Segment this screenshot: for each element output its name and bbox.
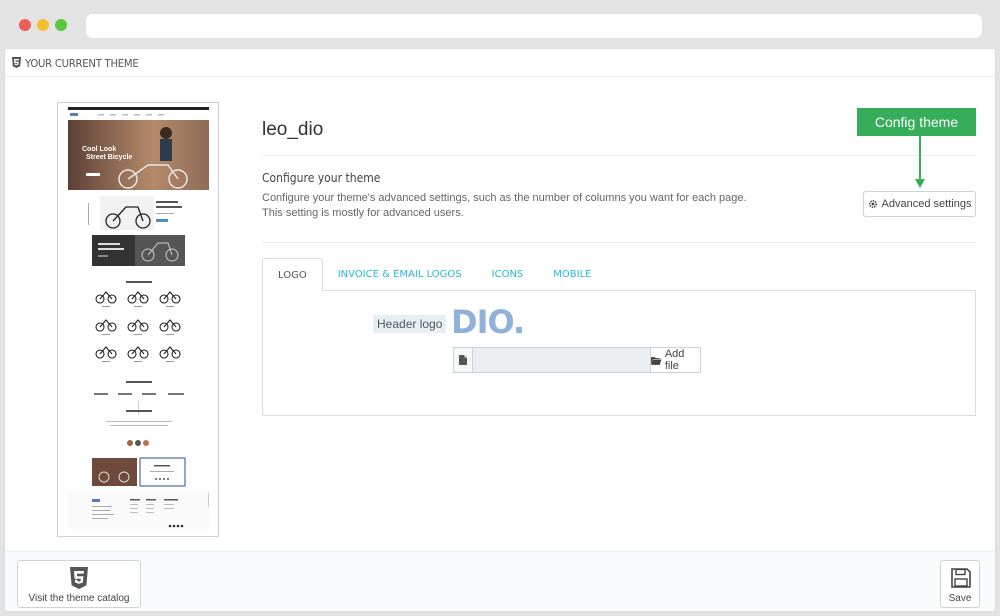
- address-bar[interactable]: [86, 14, 982, 38]
- folder-open-icon: [651, 356, 662, 365]
- header-logo-image: DIO.: [451, 303, 525, 341]
- tab-invoice-email-logos[interactable]: INVOICE & EMAIL LOGOS: [323, 258, 477, 291]
- advanced-settings-label: Advanced settings: [881, 198, 972, 210]
- panel-title: YOUR CURRENT THEME: [25, 57, 139, 70]
- save-icon: [951, 568, 971, 588]
- logo-tab-panel: Header logo DIO. Add file: [262, 290, 976, 416]
- save-label: Save: [948, 593, 972, 604]
- theme-panel: YOUR CURRENT THEME Cool Look Street Bicy…: [4, 48, 996, 612]
- theme-preview-image: Cool Look Street Bicycle: [57, 102, 219, 537]
- configure-desc-line1: Configure your theme's advanced settings…: [262, 192, 747, 204]
- logo-file-input[interactable]: [473, 348, 651, 372]
- configure-desc-line2: This setting is mostly for advanced user…: [262, 207, 464, 219]
- logo-file-upload: Add file: [453, 347, 701, 373]
- tab-mobile[interactable]: MOBILE: [538, 258, 606, 291]
- header-logo-label: Header logo: [373, 315, 447, 333]
- divider: [262, 155, 976, 156]
- browser-chrome: [0, 0, 1000, 48]
- callout-arrow-head: [915, 179, 925, 188]
- configure-title: Configure your theme: [262, 171, 381, 185]
- add-file-label: Add file: [664, 348, 685, 372]
- advanced-settings-button[interactable]: Advanced settings: [863, 191, 976, 217]
- panel-footer: Visit the theme catalog Save: [5, 551, 995, 611]
- preview-hero-line2: Street Bicycle: [86, 154, 132, 161]
- callout-arrow-line: [919, 136, 921, 181]
- save-button[interactable]: Save: [940, 560, 980, 608]
- html5-icon: [70, 567, 88, 589]
- add-file-button[interactable]: Add file: [650, 348, 700, 372]
- tab-icons[interactable]: ICONS: [477, 258, 539, 291]
- html5-icon: [12, 57, 21, 68]
- window-minimize-dot[interactable]: [37, 19, 49, 31]
- preview-hero-line1: Cool Look: [82, 146, 116, 153]
- window-maximize-dot[interactable]: [55, 19, 67, 31]
- file-icon-box: [454, 348, 474, 372]
- visit-theme-catalog-label: Visit the theme catalog: [28, 593, 130, 604]
- file-icon: [459, 355, 468, 365]
- divider: [262, 242, 976, 243]
- configure-description: Configure your theme's advanced settings…: [262, 191, 747, 221]
- tab-logo[interactable]: LOGO: [262, 258, 323, 291]
- panel-header: YOUR CURRENT THEME: [5, 49, 995, 77]
- theme-name: leo_dio: [262, 119, 324, 140]
- config-theme-callout: Config theme: [857, 108, 976, 136]
- theme-tabs: LOGO INVOICE & EMAIL LOGOS ICONS MOBILE: [262, 258, 606, 291]
- visit-theme-catalog-button[interactable]: Visit the theme catalog: [17, 560, 141, 608]
- window-close-dot[interactable]: [19, 19, 31, 31]
- gear-icon: [868, 199, 877, 209]
